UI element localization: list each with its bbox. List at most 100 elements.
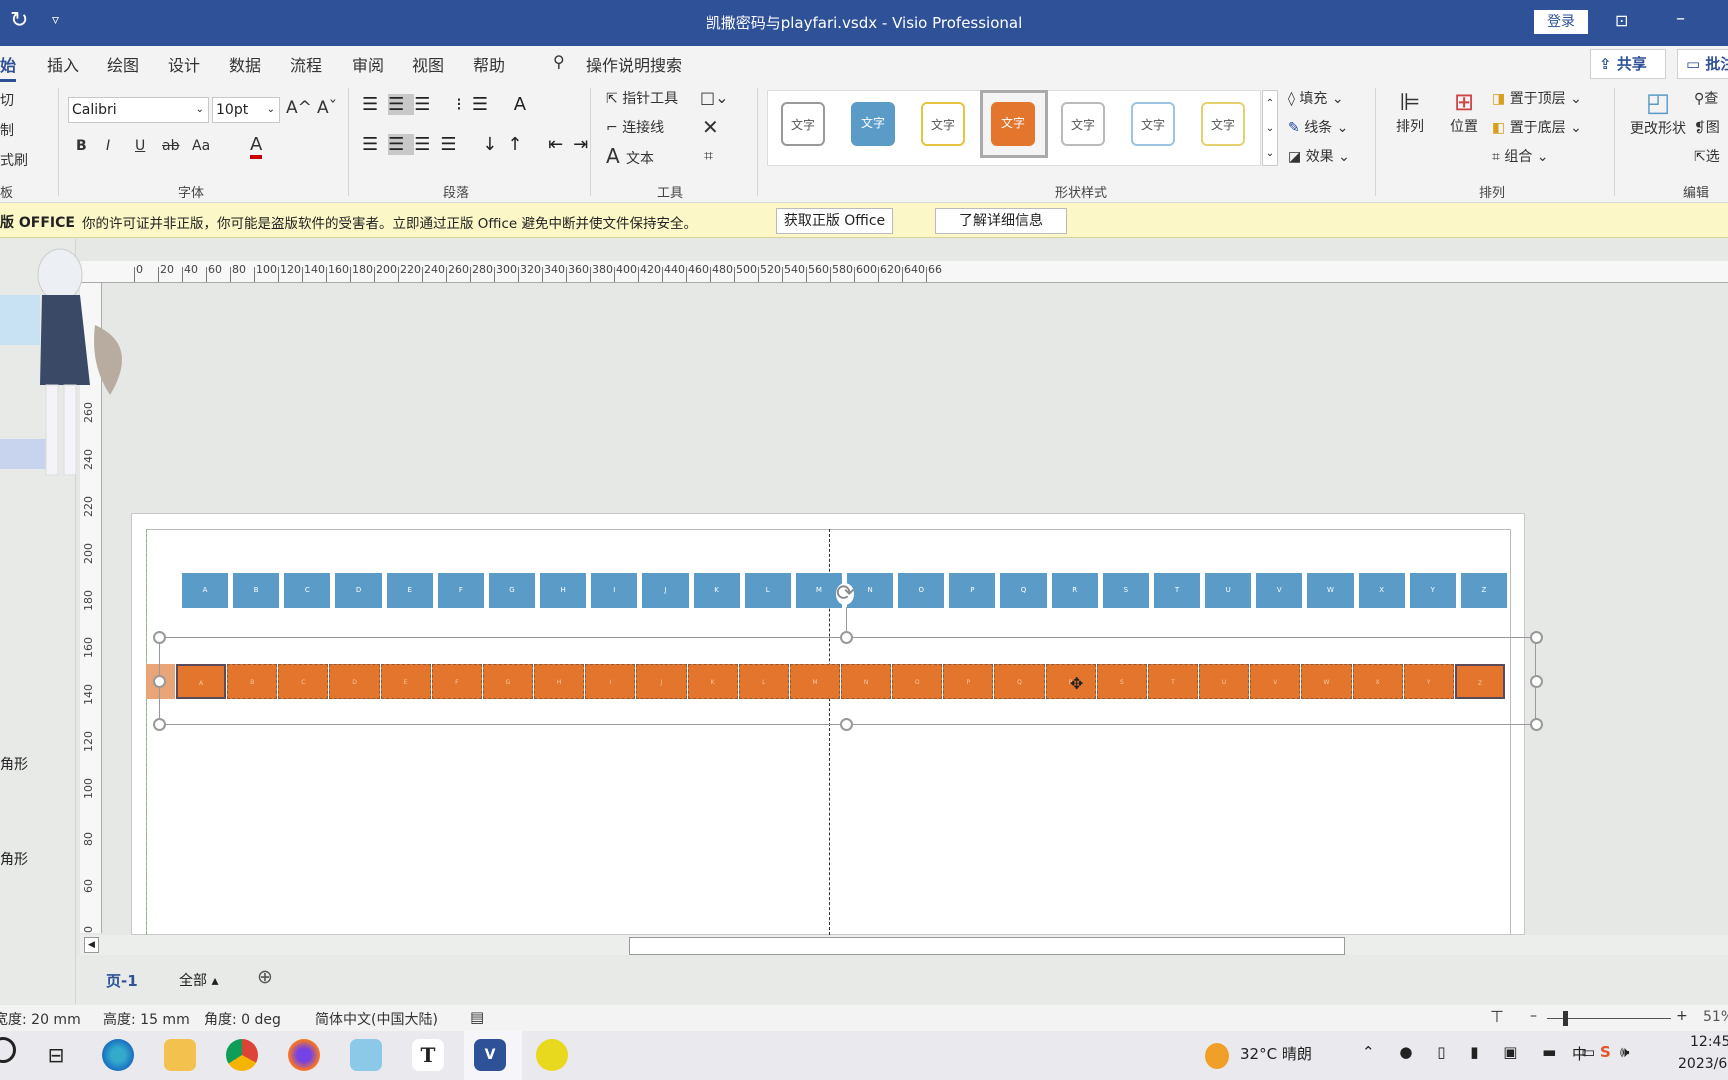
sogou-icon[interactable]: S xyxy=(1600,1043,1611,1061)
plaintext-letter-box[interactable]: R xyxy=(1051,573,1098,608)
shrink-font-button[interactable]: Aˇ xyxy=(317,98,337,118)
resize-handle[interactable] xyxy=(1530,718,1543,731)
plaintext-letter-box[interactable]: X xyxy=(1358,573,1405,608)
position-button[interactable]: ⊞ 位置 xyxy=(1446,88,1482,136)
fill-button[interactable]: ◊ 填充 ⌄ xyxy=(1288,88,1344,108)
send-to-back-button[interactable]: ◧ 置于底层 ⌄ xyxy=(1492,117,1582,137)
tab-insert[interactable]: 插入 xyxy=(47,52,79,76)
search-taskbar-icon[interactable] xyxy=(0,1037,16,1063)
pointer-tool-button[interactable]: ⇱ 指针工具 xyxy=(606,88,678,108)
font-name-select[interactable]: Calibri ⌄ xyxy=(68,97,209,123)
chrome-icon[interactable] xyxy=(226,1039,258,1071)
bring-to-front-button[interactable]: ◨ 置于顶层 ⌄ xyxy=(1492,88,1582,108)
plaintext-letter-box[interactable]: F xyxy=(437,573,484,608)
typora-icon[interactable]: T xyxy=(412,1039,444,1071)
font-size-select[interactable]: 10pt ⌄ xyxy=(212,97,280,123)
align-button[interactable]: ⊫ 排列 xyxy=(1392,88,1428,136)
group-button[interactable]: ⌗ 组合 ⌄ xyxy=(1492,146,1549,166)
horizontal-align-buttons[interactable]: ☰☰☰☰ ↓↑ ⇤⇥ xyxy=(362,134,598,155)
clock-date[interactable]: 2023/6 xyxy=(1678,1056,1727,1072)
firefox-icon[interactable] xyxy=(288,1039,320,1071)
weather-text[interactable]: 32°C 晴朗 xyxy=(1240,1043,1312,1064)
plaintext-letter-box[interactable]: Q xyxy=(1000,573,1047,608)
copy-button[interactable]: 复制 xyxy=(0,120,14,140)
system-tray-icons[interactable]: ⌃ ● ▯ ▮ ▣ ▬ ▭ 🕪 xyxy=(1362,1043,1640,1061)
ribbon-display-icon[interactable]: ⊡ xyxy=(1615,11,1628,30)
resize-handle[interactable] xyxy=(1530,675,1543,688)
resize-handle[interactable] xyxy=(1530,631,1543,644)
select-button[interactable]: ⇱选 xyxy=(1694,146,1720,166)
close-tool-icon[interactable]: ✕ xyxy=(702,115,719,139)
font-color-button[interactable]: A xyxy=(250,134,263,159)
shape-style-6[interactable]: 文字 xyxy=(1131,102,1175,146)
gallery-scroll[interactable]: ⌃ ⌄ ⌄ xyxy=(1262,90,1278,166)
ime-indicator[interactable]: 中 xyxy=(1572,1043,1587,1064)
italic-button[interactable]: I xyxy=(106,138,110,154)
status-language[interactable]: 简体中文(中国大陆) xyxy=(315,1009,438,1029)
plaintext-letter-box[interactable]: Z xyxy=(1460,573,1507,608)
task-view-icon[interactable]: ⊟ xyxy=(40,1039,72,1071)
plaintext-letter-box[interactable]: H xyxy=(540,573,587,608)
connector-button[interactable]: ⌐ 连接线 xyxy=(606,117,664,137)
plaintext-letter-box[interactable]: I xyxy=(591,573,638,608)
edge-icon[interactable] xyxy=(102,1039,134,1071)
plaintext-letter-box[interactable]: G xyxy=(488,573,536,608)
plaintext-letter-box[interactable]: L xyxy=(744,573,791,608)
zoom-in-button[interactable]: + xyxy=(1676,1008,1688,1024)
plaintext-letter-box[interactable]: Y xyxy=(1409,573,1456,608)
shape-style-7[interactable]: 文字 xyxy=(1201,102,1245,146)
tab-design[interactable]: 设计 xyxy=(168,52,200,76)
plaintext-letter-box[interactable]: K xyxy=(693,573,740,608)
all-pages-tab[interactable]: 全部 ▴ xyxy=(179,970,218,990)
zoom-out-button[interactable]: – xyxy=(1530,1008,1537,1024)
change-case-button[interactable]: Aa xyxy=(192,138,210,154)
cut-button[interactable]: 剪切 xyxy=(0,90,14,110)
minimize-button[interactable]: – xyxy=(1676,8,1685,29)
format-painter-button[interactable]: 格式刷 xyxy=(0,150,28,170)
rectangle-tool-icon[interactable]: □⌄ xyxy=(700,88,729,107)
add-page-icon[interactable]: ⊕ xyxy=(257,966,273,988)
tell-me-search[interactable]: 操作说明搜索 xyxy=(586,52,682,76)
file-explorer-icon[interactable] xyxy=(164,1039,196,1071)
macro-record-icon[interactable]: ▤ xyxy=(470,1008,484,1026)
crop-tool-icon[interactable]: ⌗ xyxy=(704,146,713,166)
shape-style-5[interactable]: 文字 xyxy=(1061,102,1105,146)
effects-button[interactable]: ◪ 效果 ⌄ xyxy=(1288,146,1350,166)
tab-process[interactable]: 流程 xyxy=(290,52,322,76)
tab-home[interactable]: 开始 xyxy=(0,52,17,82)
shape-style-3[interactable]: 文字 xyxy=(921,102,965,146)
strikethrough-button[interactable]: ab xyxy=(162,138,179,154)
login-button[interactable]: 登录 xyxy=(1534,10,1588,34)
plaintext-letter-box[interactable]: E xyxy=(386,573,433,608)
find-button[interactable]: ⚲查 xyxy=(1694,88,1718,108)
zoom-level[interactable]: 51% xyxy=(1703,1009,1728,1025)
resize-handle[interactable] xyxy=(840,718,853,731)
tab-data[interactable]: 数据 xyxy=(229,52,261,76)
tab-view[interactable]: 视图 xyxy=(412,52,444,76)
scrollbar-thumb[interactable] xyxy=(629,937,1345,955)
learn-more-button[interactable]: 了解详细信息 xyxy=(935,208,1067,234)
tab-review[interactable]: 审阅 xyxy=(352,52,384,76)
text-tool-button[interactable]: A 文本 xyxy=(606,144,654,168)
resize-handle[interactable] xyxy=(153,631,166,644)
rotation-handle-icon[interactable]: ⟳ xyxy=(836,583,855,605)
clock-time[interactable]: 12:45 xyxy=(1690,1034,1728,1050)
presentation-mode-icon[interactable]: ⊤ xyxy=(1490,1007,1504,1026)
shape-style-1[interactable]: 文字 xyxy=(781,102,825,146)
scroll-left-button[interactable]: ◀ xyxy=(84,937,99,953)
shape-item[interactable]: 角形 xyxy=(0,849,28,869)
plaintext-letter-box[interactable]: T xyxy=(1153,573,1201,608)
plaintext-letter-box[interactable]: C xyxy=(284,573,331,608)
qq-music-icon[interactable] xyxy=(536,1039,568,1071)
live2d-app-icon[interactable] xyxy=(350,1039,382,1071)
tab-draw[interactable]: 绘图 xyxy=(107,52,139,76)
plaintext-letter-box[interactable]: D xyxy=(335,573,382,608)
vertical-align-buttons[interactable]: ☰☰☰ ⁝☰ A xyxy=(362,94,536,115)
resize-handle[interactable] xyxy=(153,675,166,688)
plaintext-letter-box[interactable]: W xyxy=(1307,573,1354,608)
resize-handle[interactable] xyxy=(153,718,166,731)
visio-icon[interactable]: V xyxy=(474,1039,506,1071)
tab-help[interactable]: 帮助 xyxy=(473,52,505,76)
change-shape-button[interactable]: ◰ 更改形状 xyxy=(1626,88,1690,138)
bold-button[interactable]: B xyxy=(76,138,87,154)
